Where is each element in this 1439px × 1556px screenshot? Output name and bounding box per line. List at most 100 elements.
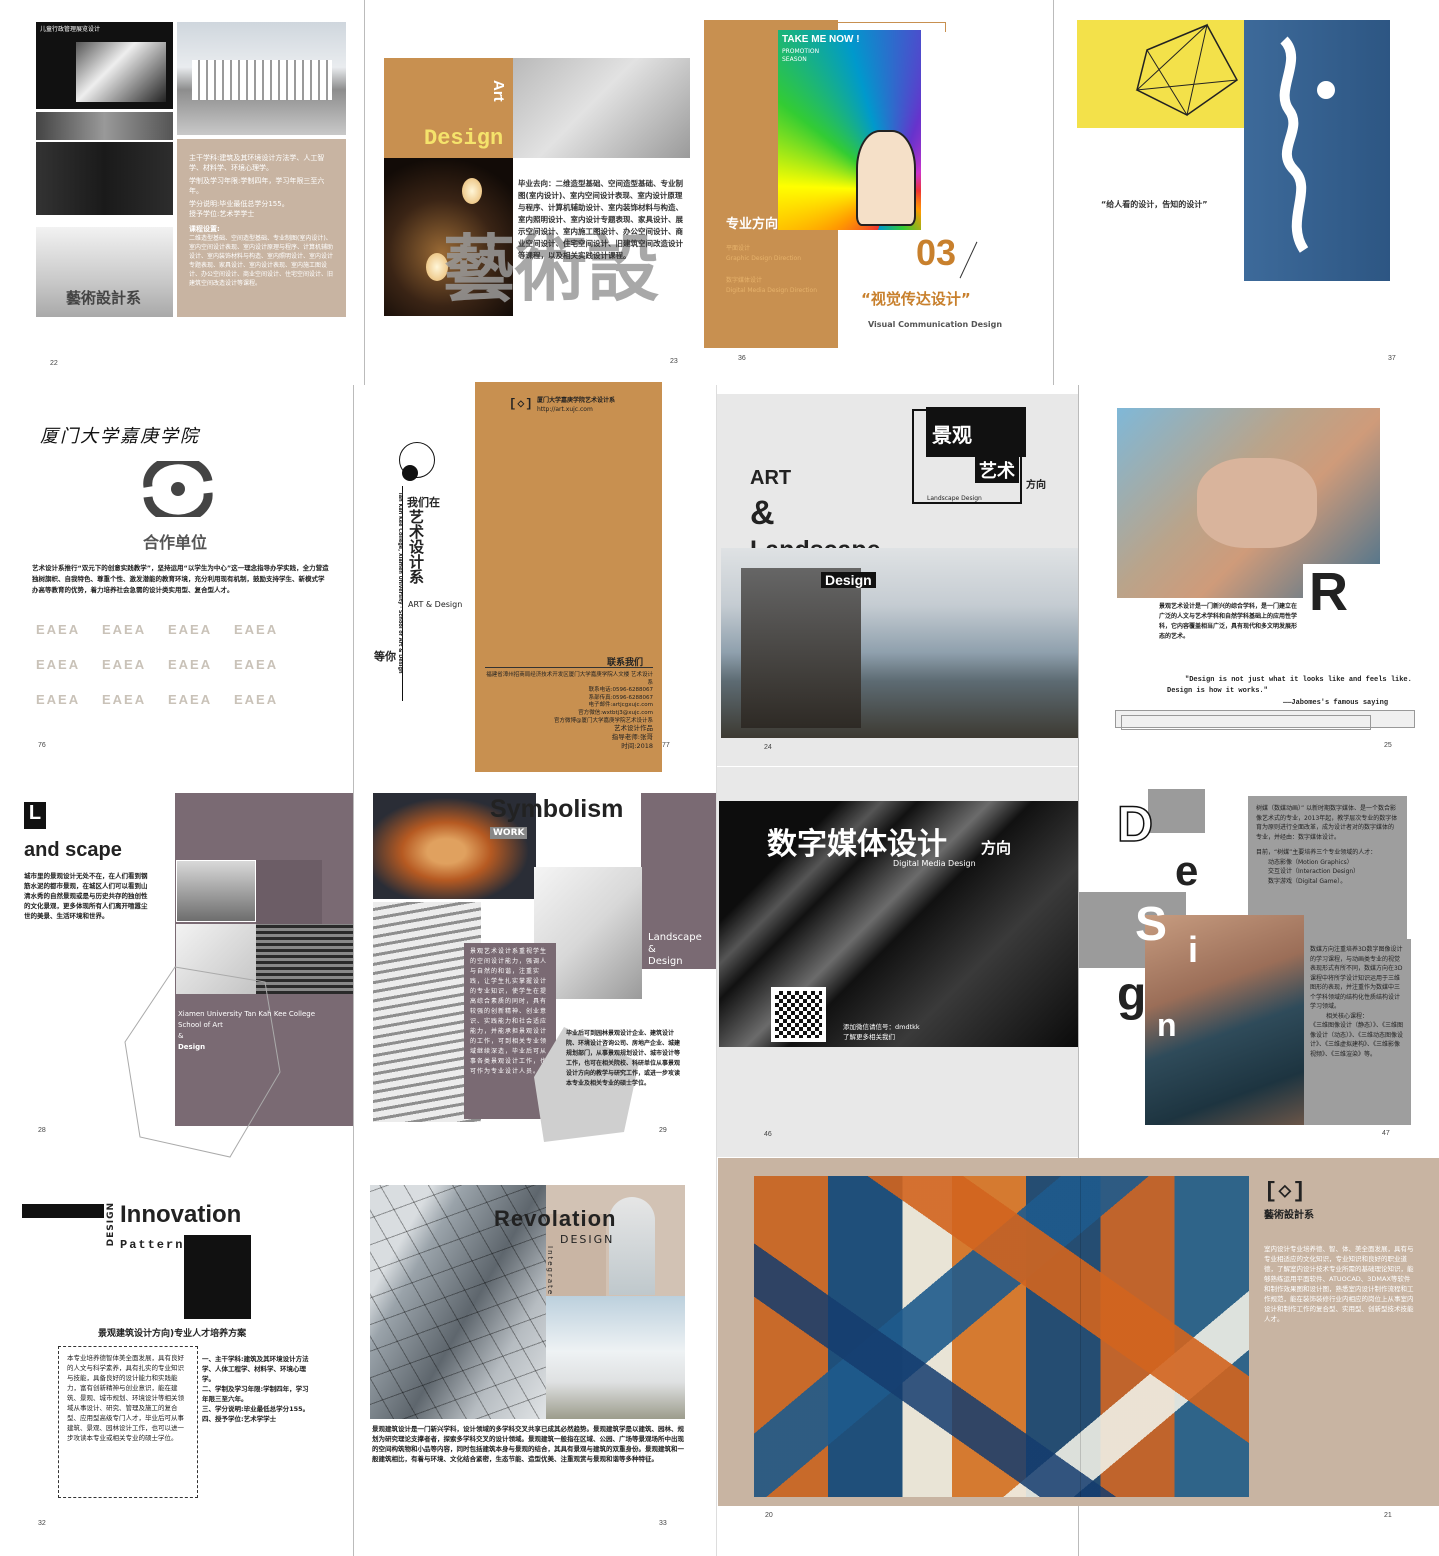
body-text: 树媒（数媒动画）” 以新时期数字媒体、是一个数合影像艺术式的专业，2013年起，… [1256,805,1398,841]
section-title-en: Visual Communication Design [868,320,1003,329]
quote-line: Design is how it works." [1167,687,1268,695]
dept-label-en: ART & Design [408,600,463,609]
page-number: 33 [659,1520,667,1527]
page-number: 20 [765,1512,773,1519]
quote-line: "Design is not just what it looks like a… [1185,676,1412,684]
body-text: 毕业后可到园林景观设计企业、建筑设计院、环境设计咨询公司、房地产企业、城建规划部… [566,1030,681,1087]
sub-direction: 平面设计 [726,245,751,252]
dept-logo-icon: [◇] [509,397,534,411]
white-corridor-photo: 藝術設計系 [36,227,173,317]
qr-code-icon [771,987,826,1042]
partner-logo-icon [143,461,213,517]
divider [485,667,653,668]
calligraphy-title: 厦门大学嘉庚学院 [40,426,200,447]
innovation-title: Innovation [120,1201,242,1228]
work-label: WORK [490,827,528,839]
footer-line: 指导老师:张哥 [611,733,653,741]
partner-logo: EAEA [102,622,147,637]
info-line: 学制及学习年限:学制四年，学习年限三至六年。 [189,177,325,195]
courses-title: 相关核心课程： [1326,1012,1369,1020]
page-number: 36 [738,355,746,362]
design-label: Design [821,572,876,588]
we-label: 我们在 [407,496,440,509]
program-item: 三、学分说明:毕业最低总学分155。 [202,1405,310,1413]
design-letter: e [1175,847,1199,894]
black-square [184,1235,251,1319]
page-47: 树媒（数媒动画）” 以新时期数字媒体、是一个数合影像艺术式的专业，2013年起，… [1079,767,1439,1157]
page-number: 46 [764,1131,772,1138]
poster-line: SEASON [782,56,807,63]
partner-logo: EAEA [168,692,213,707]
list-item: 交互设计（Interaction Design） [1268,868,1360,875]
villa-shape [741,568,861,728]
contact-line: 电子邮件:artjcgxujc.com [588,702,653,709]
direction-label: 专业方向 [726,217,779,232]
card-footer: 艺术设计作品 指导老师:张哥 时间:2018 [485,724,653,751]
landscape-title: and scape [24,839,122,861]
vertical-caption: Tan Kah Kee College, Xiamen University ·… [397,492,403,674]
partner-logo: EAEA [102,692,147,707]
blue-face-sculpture [1244,20,1390,281]
contact-card: [◇] 厦门大学嘉庚学院艺术设计系 http://art.xujc.com 联系… [475,382,662,772]
body-text: 室内设计专业培养德、智、体、美全面发展，具有与专业相适应的文化知识，专业知识和良… [1264,1245,1414,1323]
partner-logo: EAEA [36,622,81,637]
symbolism-title: Symbolism [490,795,624,823]
landscape-design-en: Landscape Design [927,495,982,502]
career-text: 毕业去向：二维造型基础、空间造型基础、专业制图(室内设计)、室内空间设计表现、室… [518,179,683,260]
page-number: 32 [38,1520,46,1527]
info-line: 主干学科:建筑及其环境设计方法学、人工智学、材料学、环境心理学。 [189,154,325,172]
painted-hand [1197,458,1317,548]
building-grid-photo [176,860,256,922]
page-29: Symbolism WORK Landscape & Design 景观艺术设计… [354,767,716,1155]
page-number: 24 [764,744,772,751]
page-33: Revolation DESIGN Integrate 景观建筑设计是一门新兴学… [354,1158,716,1556]
grey-block [1148,789,1205,833]
wire-sculpture-icon [1135,23,1238,117]
design-label: DESIGN [560,1233,615,1246]
program-item: 四、授予学位:艺术学学士 [202,1415,277,1423]
jingguan-block: 景观 [926,407,1026,457]
art-label: ART [750,467,792,489]
page-28: L and scape 城市里的景观设计无处不在，在人们看到钢筋水泥的都市景观，… [0,767,353,1158]
abstract-painting [754,1176,1249,1497]
design-letter: n [1157,1007,1177,1043]
digital-media-en: Digital Media Design [893,859,976,868]
fangxiang-label: 方向 [981,839,1012,857]
page-36: 专业方向 平面设计 Graphic Design Direction 数字媒体设… [700,0,1053,385]
page-24: 景观 艺术 方向 Landscape Design ART & Landscap… [717,394,1078,766]
program-item: 二、学制及学习年限:学制四年，学习年限三至六年。 [202,1385,309,1403]
info-line: 授予学位:艺术学学士 [189,210,255,218]
intro-text: 艺术设计系推行“双元下的创意实践教学”，坚持运用“以学生为中心”这一理念指导办学… [32,564,329,594]
photo-strip [36,112,173,140]
coastal-house-photo [721,548,1078,738]
poster-headline: TAKE ME NOW ! [782,34,860,45]
dept-label: 艺术设计系 [407,509,425,584]
school-line: & [178,1032,184,1040]
design-letter: i [1188,929,1199,970]
partner-logo: EAEA [168,657,213,672]
quote-author: ——Jabomes's famous saying [1283,699,1389,707]
partner-logo: EAEA [102,657,147,672]
page-number: 22 [50,360,58,367]
ld-line: & [648,944,656,955]
school-line: School of Art [178,1021,223,1029]
school-line: Xiamen University Tan Kah Kee College [178,1010,316,1018]
building-photo [177,22,346,135]
yishu-label: 艺术 [975,457,1019,483]
ld-line: Design [648,956,683,967]
page-number: 29 [659,1127,667,1134]
taupe-square [256,860,322,924]
page-37: “给人看的设计，告知的设计” 37 [1054,0,1439,385]
wechat-line: 添加微信请信号：dmdtkk [843,1023,920,1031]
page-number: 76 [38,742,46,749]
partner-logo: EAEA [36,657,81,672]
text-panel: 数媒方向注重培养3D数字图像设计的学习课程，与动画类专业的视觉表现形式有所不同，… [1304,939,1411,1125]
section-title: “视觉传达设计” [861,290,971,308]
bulb-icon [462,178,482,204]
black-bar [22,1204,104,1218]
body-text: 景观建筑设计是一门新兴学科，设计领域的多学科交叉共享已成其必然趋势。景观建筑学是… [372,1425,684,1463]
wechat-line: 了解更多相关我们 [843,1033,895,1041]
digital-media-title: 数字媒体设计 [767,827,947,862]
page-number: 23 [670,358,678,365]
outline-bar-offset [1121,715,1371,730]
